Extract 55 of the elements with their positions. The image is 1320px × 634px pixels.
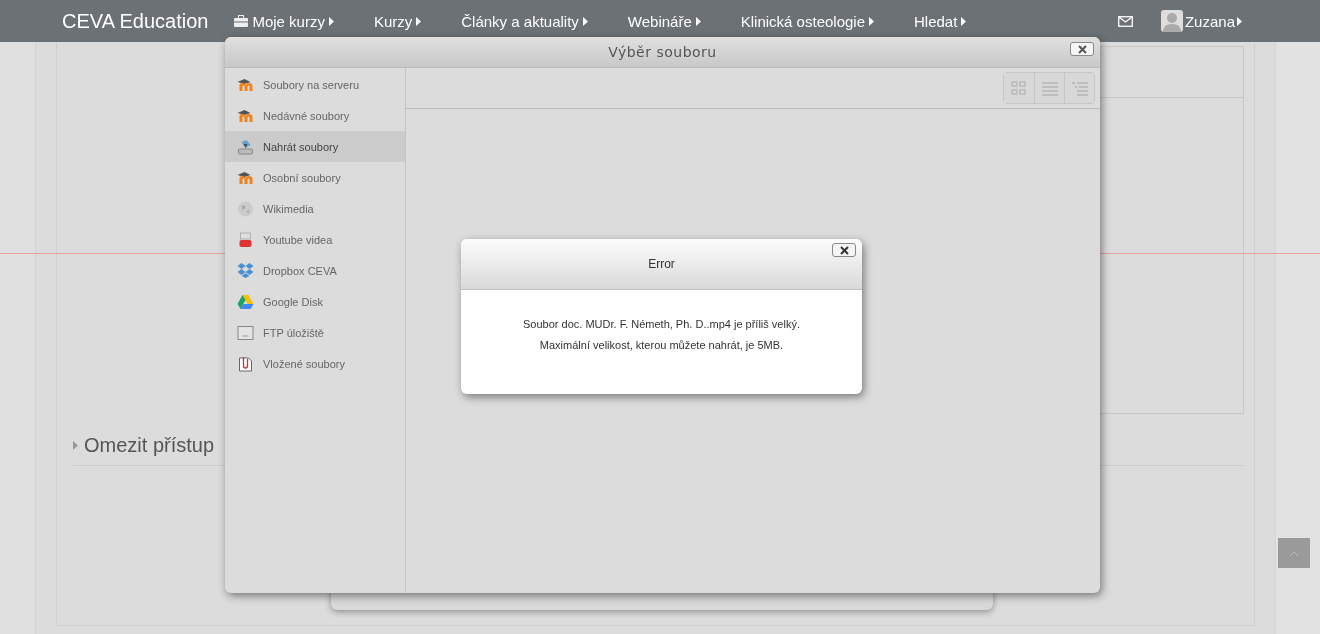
menu-item[interactable]: Kurzy: [373, 12, 422, 30]
dropbox-icon: [237, 263, 254, 278]
tree-view-button[interactable]: [1064, 73, 1094, 103]
user-menu[interactable]: Zuzana: [1160, 10, 1242, 32]
brand-title[interactable]: CEVA Education: [62, 9, 209, 33]
menu-item[interactable]: Klinická osteologie: [740, 12, 874, 30]
tree-view-icon: [1071, 80, 1088, 96]
repository-item[interactable]: Google Disk: [225, 286, 405, 317]
caret-icon: [416, 16, 422, 26]
close-icon: [1077, 44, 1087, 54]
repository-item[interactable]: Youtube videa: [225, 224, 405, 255]
close-button[interactable]: [832, 243, 856, 257]
error-message: Soubor doc. MUDr. F. Németh, Ph. D..mp4 je příliš velký.: [523, 318, 800, 330]
close-button[interactable]: [1070, 42, 1094, 56]
caret-icon: [961, 16, 967, 26]
upload-tray-icon: [237, 138, 254, 155]
icons-view-button[interactable]: [1004, 73, 1034, 103]
triangle-drive-icon: [237, 294, 254, 309]
icons-view-icon: [1011, 80, 1027, 96]
menu-item[interactable]: Webináře: [627, 12, 701, 30]
repository-item[interactable]: Nedávné soubory: [225, 100, 405, 131]
expand-triangle-icon: [73, 441, 78, 450]
error-message: Maximální velikost, kterou můžete nahrát, je 5MB.: [539, 339, 784, 351]
briefcase-icon: [234, 15, 249, 27]
avatar-icon: [1160, 10, 1183, 32]
list-view-icon: [1041, 80, 1058, 96]
dialog-title: Výběr souboru: [608, 44, 717, 60]
caret-icon: [328, 16, 334, 26]
repository-item[interactable]: Soubory na serveru: [225, 69, 405, 100]
mortarboard-m-icon: [237, 171, 254, 184]
chevron-up-icon: [1290, 550, 1298, 556]
drive-box-icon: [237, 325, 254, 340]
repository-item[interactable]: Nahrát soubory: [225, 131, 405, 162]
close-icon: [839, 245, 849, 255]
repository-item[interactable]: Wikimedia: [225, 193, 405, 224]
menu-item[interactable]: Hledat: [914, 12, 967, 30]
menu-item[interactable]: Články a aktuality: [461, 12, 588, 30]
repository-item[interactable]: FTP úložiště: [225, 317, 405, 348]
paperclip-document-icon: [237, 355, 254, 372]
caret-icon: [869, 16, 874, 26]
caret-icon: [582, 16, 588, 26]
repository-item[interactable]: Dropbox CEVA: [225, 255, 405, 286]
caret-icon: [1237, 16, 1242, 26]
menu-item[interactable]: Moje kurzy: [234, 12, 334, 30]
list-view-button[interactable]: [1034, 73, 1064, 103]
dialog-title: Error: [648, 257, 675, 271]
mortarboard-m-icon: [237, 109, 254, 122]
scroll-top-button[interactable]: [1278, 538, 1310, 568]
mail-icon[interactable]: [1117, 15, 1133, 27]
caret-icon: [695, 16, 701, 26]
mortarboard-m-icon: [237, 78, 254, 91]
globe-icon: [237, 200, 254, 217]
repository-item[interactable]: Vložené soubory: [225, 348, 405, 379]
repository-item[interactable]: Osobní soubory: [225, 162, 405, 193]
youtube-icon: [237, 231, 254, 248]
